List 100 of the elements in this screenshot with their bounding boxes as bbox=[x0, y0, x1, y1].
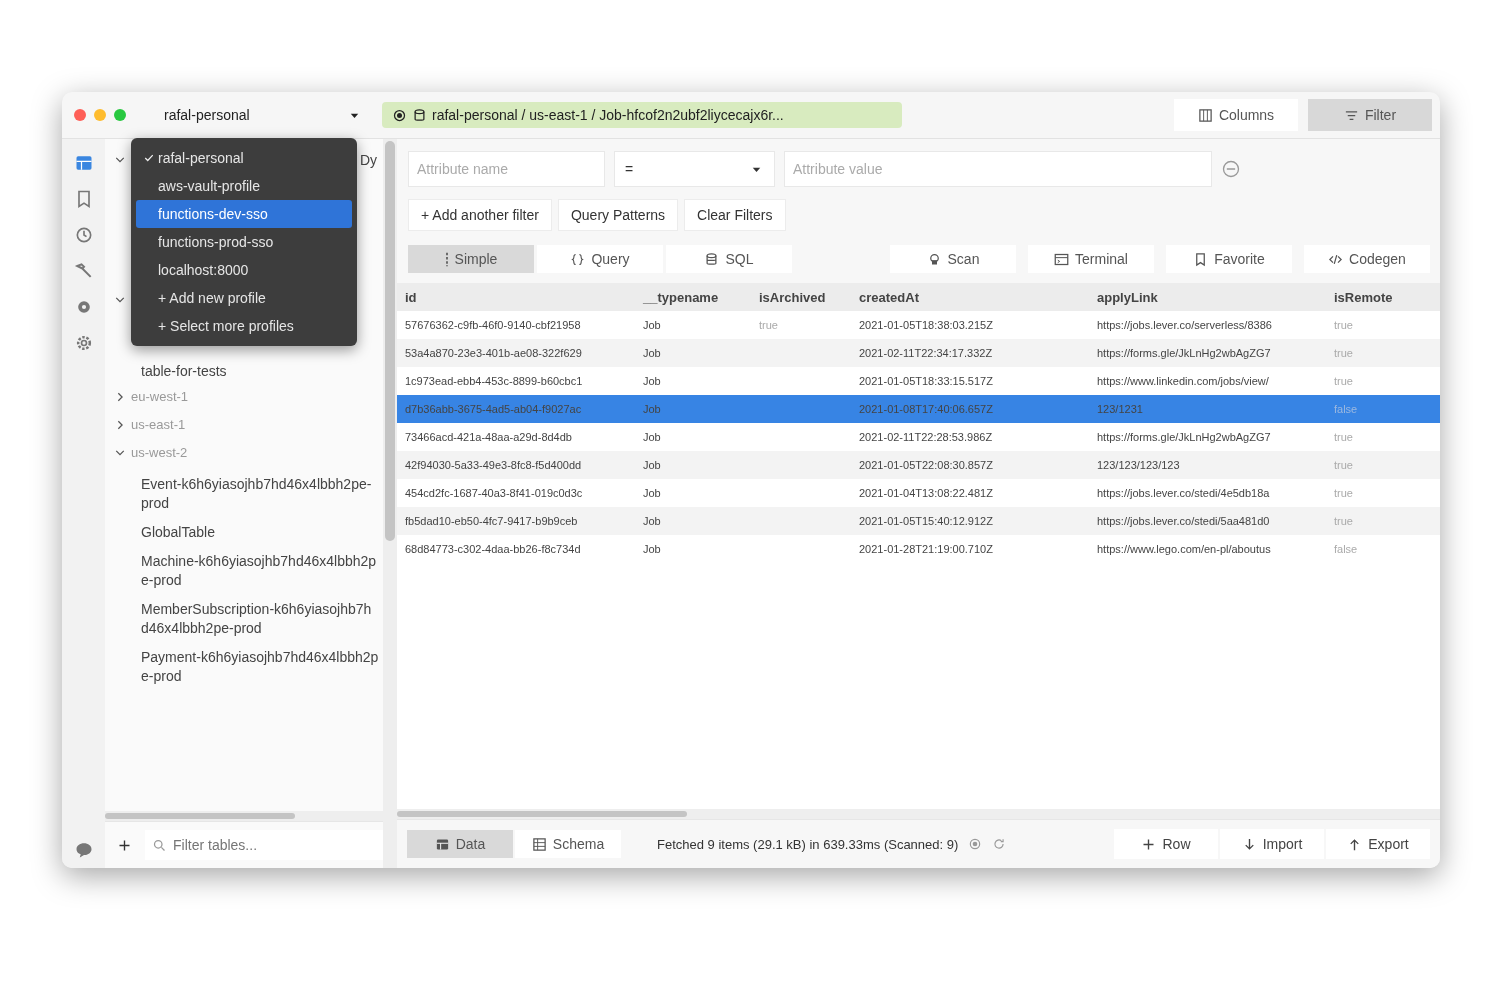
table-row[interactable]: 53a4a870-23e3-401b-ae08-322f629 Job 2021-02-11T22:34:17.332Z https://forms.gle/JkLnHg2wbAgZG7 true bbox=[397, 339, 1440, 367]
menu-item[interactable]: functions-prod-sso bbox=[136, 228, 352, 256]
chevron-icon[interactable] bbox=[115, 420, 125, 430]
table-cell-text: Job bbox=[642, 347, 662, 359]
column-header[interactable]: createdAt bbox=[851, 289, 1089, 305]
table-cell-text: Job bbox=[642, 375, 662, 387]
window-control-button[interactable] bbox=[114, 109, 126, 121]
table-cell-text: 73466acd-421a-48aa-a29d-8d4db bbox=[404, 431, 573, 443]
table-cell-text: true bbox=[1333, 319, 1354, 331]
add-row-button[interactable]: Row bbox=[1114, 829, 1218, 859]
table-cell-text: Job bbox=[642, 319, 662, 331]
column-header[interactable]: __typename bbox=[635, 289, 751, 305]
grid-icon bbox=[531, 836, 547, 852]
table-cell-text: d7b36abb-3675-4ad5-ab04-f9027ac bbox=[404, 403, 583, 415]
menu-item[interactable]: + Add new profile bbox=[136, 284, 352, 312]
filter-tables-field[interactable]: Filter tables... bbox=[145, 830, 383, 860]
table-row[interactable]: fb5dad10-eb50-4fc7-9417-b9b9ceb Job 2021-01-05T15:40:12.912Z https://jobs.lever.co/stedi/5aa481d0 true bbox=[397, 507, 1440, 535]
column-header[interactable]: isArchived bbox=[751, 289, 851, 305]
menu-item[interactable]: + Select more profiles bbox=[136, 312, 352, 340]
circle-icon bbox=[968, 837, 983, 851]
table-cell-text: 2021-02-11T22:28:53.986Z bbox=[858, 431, 994, 443]
chevron-icon[interactable] bbox=[115, 155, 125, 165]
table-name[interactable]: Payment-k6h6yiasojhb7hd46x4lbbh2pe-prod bbox=[105, 643, 383, 691]
table-name[interactable]: GlobalTable bbox=[105, 518, 383, 547]
table-cell-text: https://forms.gle/JkLnHg2wbAgZG7 bbox=[1096, 431, 1272, 443]
table-cell-text: https://www.lego.com/en-pl/aboutus bbox=[1096, 543, 1272, 555]
table-cell-text: 2021-01-05T18:38:03.215Z bbox=[858, 319, 994, 331]
attribute-value-field[interactable]: Attribute value bbox=[784, 151, 1212, 187]
column-header[interactable]: isRemote bbox=[1326, 289, 1440, 305]
table-cell-text: false bbox=[1333, 543, 1359, 555]
table-name[interactable]: Dy bbox=[359, 152, 377, 168]
favorite-button[interactable]: Favorite bbox=[1166, 245, 1292, 273]
table-cell-text: 2021-01-05T15:40:12.912Z bbox=[858, 515, 994, 527]
terminal-icon bbox=[1054, 251, 1070, 267]
table-cell-text: Job bbox=[642, 459, 662, 471]
menu-item[interactable]: localhost:8000 bbox=[136, 256, 352, 284]
table-cell-text: 42f94030-5a33-49e3-8fc8-f5d400dd bbox=[404, 459, 583, 471]
table-cell-text: Job bbox=[642, 543, 662, 555]
column-header[interactable]: applyLink bbox=[1089, 289, 1326, 305]
chevron-icon[interactable] bbox=[115, 392, 125, 402]
mode-tab[interactable]: Simple bbox=[408, 245, 534, 273]
codegen-button[interactable]: Codegen bbox=[1304, 245, 1430, 273]
breadcrumb-text: rafal-personal / us-east-1 / Job-hfcof2n2ubf2liycecajx6r... bbox=[432, 107, 784, 123]
profile-dropdown[interactable]: rafal-personal bbox=[160, 107, 366, 123]
table-cell-text: Job bbox=[642, 487, 662, 499]
table-name[interactable]: Machine-k6h6yiasojhb7hd46x4lbbh2pe-prod bbox=[105, 547, 383, 595]
table-cell-text: true bbox=[1333, 375, 1354, 387]
menu-item[interactable]: rafal-personal bbox=[136, 144, 352, 172]
table-cell-text: true bbox=[1333, 515, 1354, 527]
menu-item[interactable]: aws-vault-profile bbox=[136, 172, 352, 200]
menu-item[interactable]: functions-dev-sso bbox=[136, 200, 352, 228]
table-cell-text: true bbox=[758, 319, 779, 331]
filter-button[interactable]: Filter bbox=[1308, 99, 1432, 131]
table-cell-text: 57676362-c9fb-46f0-9140-cbf21958 bbox=[404, 319, 582, 331]
table-cell-text: 2021-01-05T18:33:15.517Z bbox=[858, 375, 994, 387]
table-cell-text: 68d84773-c302-4daa-bb26-f8c734d bbox=[404, 543, 582, 555]
table-cell-text: Job bbox=[642, 515, 662, 527]
scrollbar-thumb[interactable] bbox=[105, 813, 295, 819]
export-button[interactable]: Export bbox=[1326, 829, 1430, 859]
table-cell-text: 2021-01-08T17:40:06.657Z bbox=[858, 403, 994, 415]
table-cell-text: 454cd2fc-1687-40a3-8f41-019c0d3c bbox=[404, 487, 584, 499]
table-name[interactable]: table-for-tests bbox=[105, 357, 383, 386]
table-name[interactable]: Event-k6h6yiasojhb7hd46x4lbbh2pe-prod bbox=[105, 470, 383, 518]
table-cell-text: true bbox=[1333, 431, 1354, 443]
attribute-name-field[interactable]: Attribute name bbox=[408, 151, 605, 187]
table-row[interactable]: 42f94030-5a33-49e3-8fc8-f5d400dd Job 2021-01-05T22:08:30.857Z 123/123/123/123 true bbox=[397, 451, 1440, 479]
columns-button[interactable]: Columns bbox=[1174, 99, 1298, 131]
import-button[interactable]: Import bbox=[1220, 829, 1324, 859]
table-cell-text: 2021-01-28T21:19:00.710Z bbox=[858, 543, 994, 555]
view-tab[interactable]: Schema bbox=[515, 830, 621, 858]
table-cell-text: 2021-01-04T13:08:22.481Z bbox=[858, 487, 994, 499]
terminal-button[interactable]: Terminal bbox=[1028, 245, 1154, 273]
table-cell-text: true bbox=[1333, 459, 1354, 471]
table-cell-text: 2021-02-11T22:34:17.332Z bbox=[858, 347, 994, 359]
window-control-button[interactable] bbox=[74, 109, 86, 121]
columns-icon bbox=[1197, 107, 1213, 123]
mode-tab[interactable]: Query bbox=[537, 245, 663, 273]
check-icon bbox=[144, 153, 154, 163]
scrollbar-thumb[interactable] bbox=[385, 141, 395, 541]
filter-action-button[interactable]: Query Patterns bbox=[557, 199, 679, 231]
scan-button[interactable]: Scan bbox=[890, 245, 1016, 273]
mode-tab[interactable]: SQL bbox=[666, 245, 792, 273]
table-cell-text: https://jobs.lever.co/serverless/8386 bbox=[1096, 319, 1273, 331]
chevron-icon[interactable] bbox=[115, 295, 125, 305]
operator-dropdown[interactable]: = bbox=[614, 151, 775, 187]
chevron-icon[interactable] bbox=[115, 448, 125, 458]
view-tab[interactable]: Data bbox=[407, 830, 513, 858]
table-cell-text: 53a4a870-23e3-401b-ae08-322f629 bbox=[404, 347, 583, 359]
filter-action-button[interactable]: Clear Filters bbox=[684, 199, 786, 231]
table-cell-text: https://jobs.lever.co/stedi/4e5db18a bbox=[1096, 487, 1271, 499]
table-cell-text: 123/123/123/123 bbox=[1096, 459, 1181, 471]
table-name[interactable]: MemberSubscription-k6h6yiasojhb7hd46x4lbbh2pe-prod bbox=[105, 595, 383, 643]
table-cell-text: fb5dad10-eb50-4fc7-9417-b9b9ceb bbox=[404, 515, 579, 527]
column-header[interactable]: id bbox=[397, 289, 635, 305]
table-cell-text: Job bbox=[642, 403, 662, 415]
filter-action-button[interactable]: + Add another filter bbox=[408, 199, 552, 231]
table-cell-text: true bbox=[1333, 347, 1354, 359]
table-cell-text: 1c973ead-ebb4-453c-8899-b60cbc1 bbox=[404, 375, 584, 387]
remove-icon[interactable] bbox=[1221, 159, 1241, 179]
scrollbar-thumb[interactable] bbox=[397, 811, 687, 817]
